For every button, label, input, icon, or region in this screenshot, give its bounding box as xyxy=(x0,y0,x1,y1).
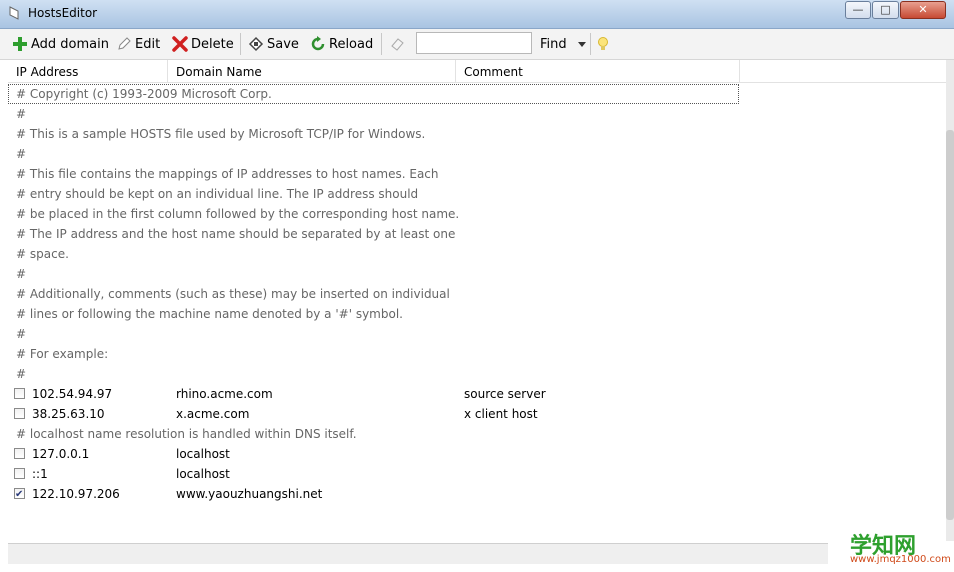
comment-text: # xyxy=(16,107,27,121)
column-header-ip[interactable]: IP Address xyxy=(8,60,168,82)
ip-cell: 38.25.63.10 xyxy=(32,407,105,421)
comment-text: # lines or following the machine name de… xyxy=(16,307,403,321)
reload-icon xyxy=(311,36,325,51)
tip-button[interactable] xyxy=(595,34,614,54)
add-domain-label: Add domain xyxy=(31,36,109,52)
host-entry-row[interactable]: 127.0.0.1 localhost xyxy=(8,444,946,464)
comment-row[interactable]: # be placed in the first column followed… xyxy=(8,204,946,224)
toolbar-separator xyxy=(381,33,382,55)
comment-text: # localhost name resolution is handled w… xyxy=(16,427,357,441)
domain-cell: rhino.acme.com xyxy=(176,387,273,401)
comment-row[interactable]: # The IP address and the host name shoul… xyxy=(8,224,946,244)
save-button[interactable]: Save xyxy=(248,34,299,54)
comment-text: # xyxy=(16,267,27,281)
comment-row[interactable]: # localhost name resolution is handled w… xyxy=(8,424,946,444)
comment-row[interactable]: # xyxy=(8,324,946,344)
entry-checkbox[interactable] xyxy=(14,468,25,479)
comment-text: # xyxy=(16,327,27,341)
domain-cell: localhost xyxy=(176,467,230,481)
lightbulb-icon xyxy=(598,37,608,50)
ip-cell: 102.54.94.97 xyxy=(32,387,113,401)
domain-cell: localhost xyxy=(176,447,230,461)
host-entry-row[interactable]: ::1 localhost xyxy=(8,464,946,484)
comment-cell: source server xyxy=(464,387,546,401)
minimize-button[interactable]: — xyxy=(845,1,871,19)
delete-button[interactable]: Delete xyxy=(172,34,234,54)
clear-button[interactable] xyxy=(389,34,408,54)
comment-text: # Additionally, comments (such as these)… xyxy=(16,287,450,301)
domain-cell: x.acme.com xyxy=(176,407,250,421)
entry-checkbox[interactable] xyxy=(14,408,25,419)
add-domain-button[interactable]: Add domain xyxy=(12,34,109,54)
comment-text: # Copyright (c) 1993-2009 Microsoft Corp… xyxy=(16,87,272,101)
save-label: Save xyxy=(267,36,299,52)
reload-button[interactable]: Reload xyxy=(310,34,373,54)
comment-text: # This is a sample HOSTS file used by Mi… xyxy=(16,127,426,141)
host-entry-row[interactable]: 38.25.63.10 x.acme.com x client host xyxy=(8,404,946,424)
status-bar xyxy=(8,543,946,564)
app-icon xyxy=(9,6,19,20)
comment-text: # space. xyxy=(16,247,69,261)
entry-checkbox[interactable] xyxy=(14,485,25,505)
find-button[interactable]: Find xyxy=(540,34,567,54)
comment-row[interactable]: # For example: xyxy=(8,344,946,364)
pencil-icon xyxy=(118,37,131,50)
column-header-comment[interactable]: Comment xyxy=(456,60,740,82)
entry-checkbox[interactable] xyxy=(14,448,25,459)
host-entry-row[interactable]: 102.54.94.97 rhino.acme.com source server xyxy=(8,384,946,404)
window-title: HostsEditor xyxy=(28,6,98,20)
toolbar-separator xyxy=(240,33,241,55)
comment-row[interactable]: # space. xyxy=(8,244,946,264)
maximize-button[interactable]: □ xyxy=(872,1,899,19)
search-input[interactable] xyxy=(416,32,532,54)
comment-text: # xyxy=(16,147,27,161)
comment-text: # be placed in the first column followed… xyxy=(16,207,460,221)
save-icon xyxy=(248,36,264,52)
comment-text: # This file contains the mappings of IP … xyxy=(16,167,439,181)
domain-cell: www.yaouzhuangshi.net xyxy=(176,487,323,501)
host-entry-row[interactable]: 122.10.97.206 www.yaouzhuangshi.net xyxy=(8,484,946,505)
comment-row[interactable]: # xyxy=(8,364,946,384)
comment-text: # entry should be kept on an individual … xyxy=(16,187,419,201)
comment-row[interactable]: # Copyright (c) 1993-2009 Microsoft Corp… xyxy=(8,84,739,104)
title-bar[interactable]: HostsEditor — □ ✕ xyxy=(0,0,954,29)
watermark-url: www.jmqz1000.com xyxy=(850,554,951,565)
comment-row[interactable]: # This is a sample HOSTS file used by Mi… xyxy=(8,124,946,144)
delete-label: Delete xyxy=(191,36,234,52)
comment-row[interactable]: # xyxy=(8,264,946,284)
comment-row[interactable]: # Additionally, comments (such as these)… xyxy=(8,284,946,304)
ip-cell: 122.10.97.206 xyxy=(32,487,120,501)
reload-label: Reload xyxy=(329,36,374,52)
edit-label: Edit xyxy=(135,36,161,52)
comment-text: # For example: xyxy=(16,347,109,361)
comment-row[interactable]: # This file contains the mappings of IP … xyxy=(8,164,946,184)
toolbar-separator xyxy=(590,33,591,55)
ip-cell: 127.0.0.1 xyxy=(32,447,90,461)
comment-cell: x client host xyxy=(464,407,538,421)
dropdown-arrow-icon xyxy=(578,42,586,47)
edit-button[interactable]: Edit xyxy=(116,34,160,54)
close-button[interactable]: ✕ xyxy=(900,1,946,19)
entry-checkbox[interactable] xyxy=(14,388,25,399)
comment-text: # xyxy=(16,367,27,381)
ip-cell: ::1 xyxy=(32,467,48,481)
hosts-list[interactable]: # Copyright (c) 1993-2009 Microsoft Corp… xyxy=(8,83,946,541)
delete-x-icon xyxy=(172,36,188,52)
comment-row[interactable]: # xyxy=(8,144,946,164)
eraser-icon xyxy=(391,38,404,51)
comment-row[interactable]: # entry should be kept on an individual … xyxy=(8,184,946,204)
list-header: IP Address Domain Name Comment xyxy=(8,60,946,83)
find-label: Find xyxy=(540,36,567,52)
comment-row[interactable]: # xyxy=(8,104,946,124)
watermark-logo: 学知网 www.jmqz1000.com xyxy=(828,526,951,570)
scrollbar-thumb[interactable] xyxy=(946,130,954,520)
column-header-domain[interactable]: Domain Name xyxy=(168,60,456,82)
comment-row[interactable]: # lines or following the machine name de… xyxy=(8,304,946,324)
app-window: HostsEditor — □ ✕ Add domain Edit Delete xyxy=(0,0,954,572)
plus-icon xyxy=(13,37,27,51)
comment-text: # The IP address and the host name shoul… xyxy=(16,227,456,241)
